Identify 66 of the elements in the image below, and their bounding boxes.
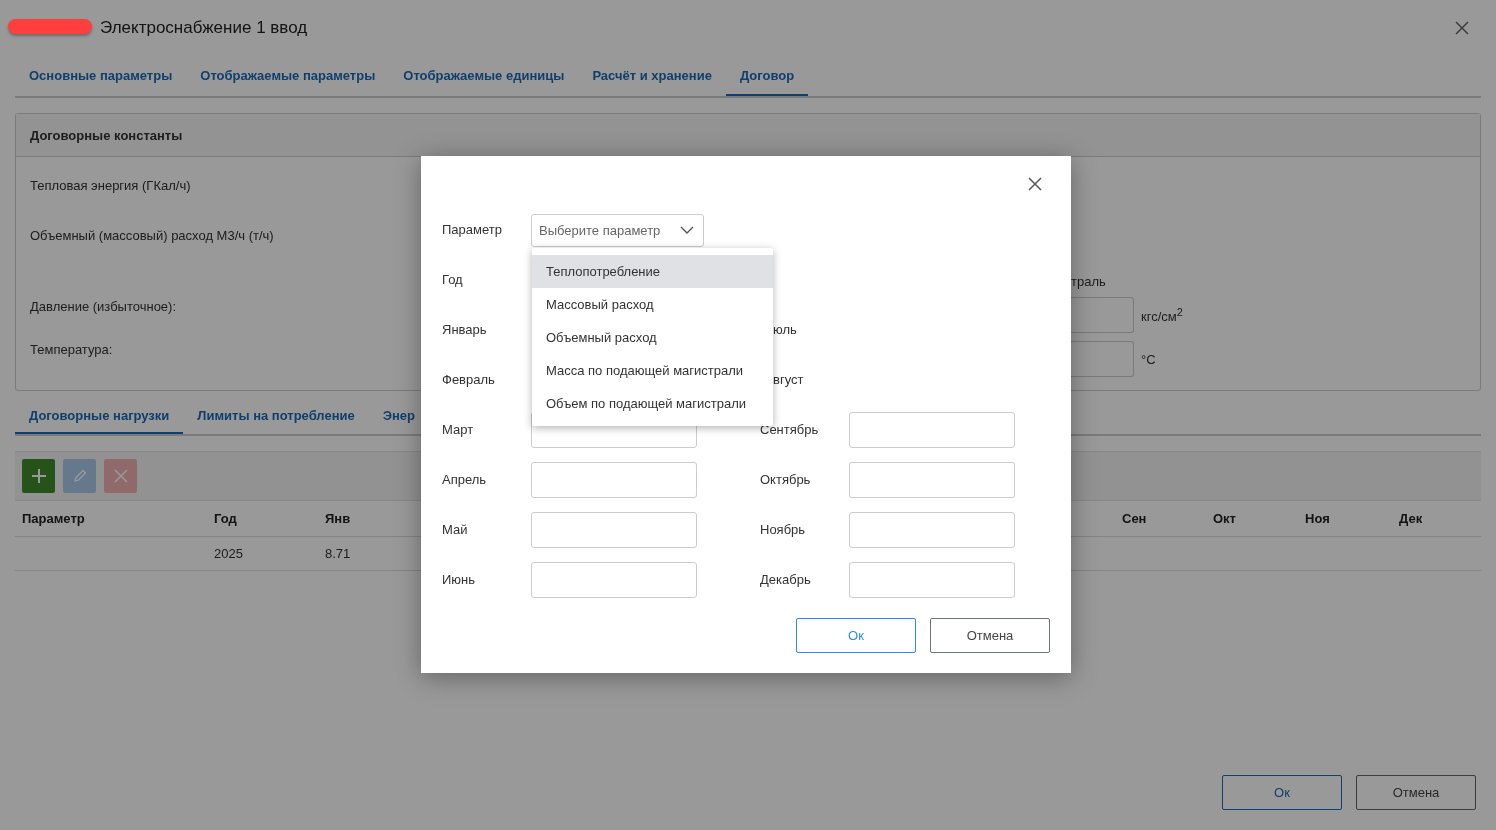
- dropdown-option[interactable]: Объемный расход: [532, 321, 773, 354]
- field-label: Март: [442, 421, 475, 439]
- input-field[interactable]: [849, 562, 1015, 598]
- input-field[interactable]: [531, 512, 697, 548]
- table-cell-text: 8.71: [324, 546, 352, 561]
- field-label: Октябрь: [760, 471, 812, 489]
- field-label: Февраль: [442, 371, 496, 389]
- field-label: Апрель: [442, 471, 488, 489]
- close-icon: [113, 469, 128, 483]
- dropdown-option[interactable]: Теплопотребление: [532, 255, 773, 288]
- field-label: Май: [442, 521, 469, 539]
- close-icon[interactable]: [1455, 21, 1469, 35]
- pencil-icon: [71, 468, 88, 484]
- close-icon[interactable]: [1028, 177, 1042, 191]
- table-cell-text: 2025: [213, 546, 244, 561]
- input-field[interactable]: [531, 462, 697, 498]
- dropdown-option[interactable]: Массовый расход: [532, 288, 773, 321]
- field-label: Тепловая энергия (ГКал/ч): [30, 177, 191, 195]
- ok-button[interactable]: Ок: [1222, 775, 1342, 810]
- tab[interactable]: Расчёт и хранение: [578, 56, 726, 96]
- column-header: Сен: [1121, 511, 1148, 526]
- cancel-button[interactable]: Отмена: [930, 618, 1050, 653]
- unit-label: °С: [1141, 351, 1156, 367]
- add-button[interactable]: [22, 459, 55, 493]
- tab[interactable]: Договорные нагрузки: [15, 398, 184, 434]
- field-label: Ноябрь: [760, 521, 807, 539]
- field-label: Июнь: [442, 571, 477, 589]
- column-header: Параметр: [21, 511, 86, 526]
- input-field[interactable]: [1071, 341, 1134, 377]
- window-title: Электроснабжение 1 ввод: [100, 18, 309, 38]
- field-label: Параметр: [442, 221, 503, 239]
- column-header: Окт: [1212, 511, 1237, 526]
- ok-button[interactable]: Ок: [796, 618, 916, 653]
- tab[interactable]: Основные параметры: [15, 56, 187, 96]
- field-label: Давление (избыточное):: [30, 298, 177, 316]
- input-field[interactable]: [849, 512, 1015, 548]
- cancel-button[interactable]: Отмена: [1356, 775, 1476, 810]
- field-label: юль: [772, 321, 798, 339]
- input-field[interactable]: [849, 412, 1015, 448]
- field-label: вгуст: [772, 371, 805, 389]
- input-field[interactable]: [531, 562, 697, 598]
- dropdown-option[interactable]: Масса по подающей магистрали: [532, 354, 773, 387]
- panel-title: Договорные константы: [30, 127, 183, 143]
- field-label: Январь: [442, 321, 488, 339]
- input-field[interactable]: [1071, 297, 1134, 333]
- tab[interactable]: Лимиты на потребление: [183, 398, 369, 434]
- field-label: Температура:: [30, 341, 113, 359]
- tab[interactable]: Энер: [368, 398, 430, 434]
- input-field[interactable]: [849, 462, 1015, 498]
- tab[interactable]: Договор: [725, 56, 809, 96]
- tab[interactable]: Отображаемые единицы: [389, 56, 579, 96]
- parameter-select[interactable]: Выберите параметр: [531, 213, 704, 247]
- chevron-down-icon: [680, 226, 694, 234]
- column-header: Янв: [324, 511, 352, 526]
- tab[interactable]: Отображаемые параметры: [186, 56, 390, 96]
- field-label: траль: [1071, 273, 1107, 291]
- field-label: Объемный (массовый) расход М3/ч (т/ч): [30, 227, 274, 245]
- field-label: Декабрь: [760, 571, 812, 589]
- column-header: Дек: [1398, 511, 1424, 526]
- dropdown-option[interactable]: Объем по подающей магистрали: [532, 387, 773, 420]
- column-header: Год: [213, 511, 238, 526]
- unit-label: кгс/см$^{2}$: [1141, 305, 1183, 325]
- plus-icon: [30, 468, 47, 484]
- column-header: Ноя: [1304, 511, 1331, 526]
- field-label: Год: [442, 271, 464, 289]
- field-label: Сентябрь: [760, 421, 820, 439]
